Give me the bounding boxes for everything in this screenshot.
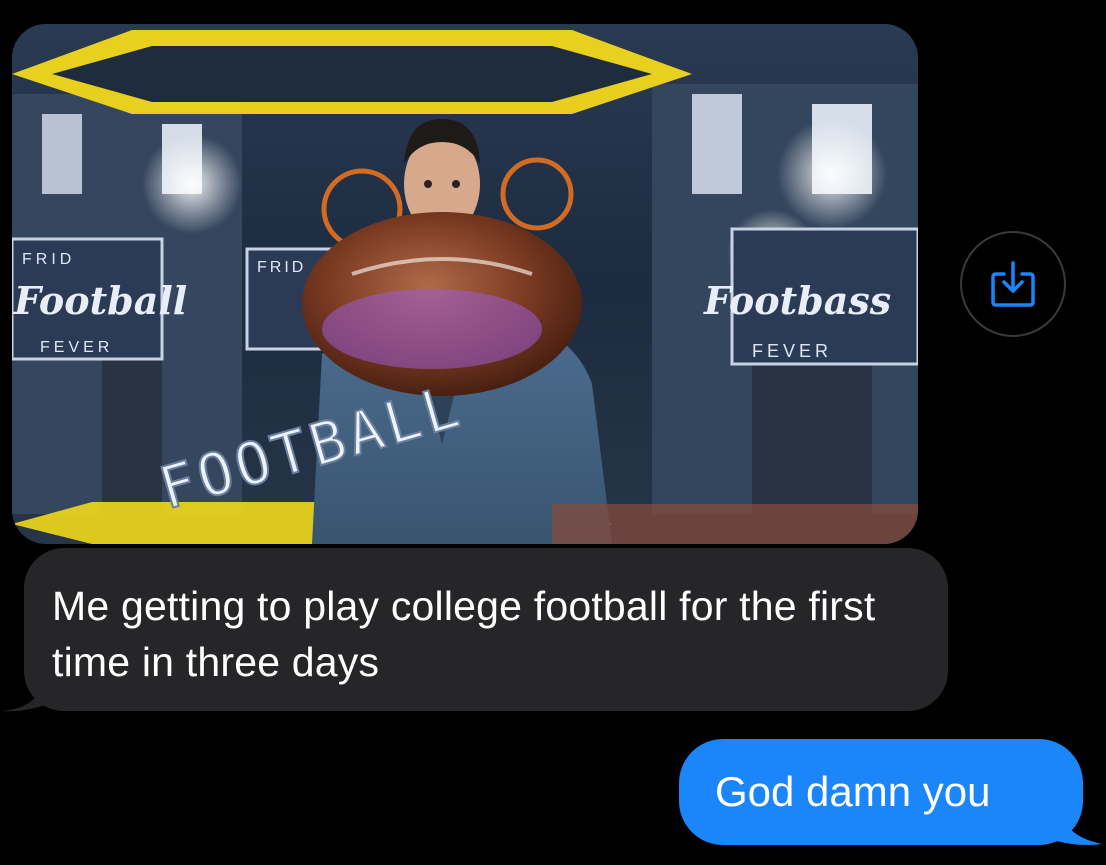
received-message-bubble[interactable]: Me getting to play college football for …: [24, 548, 948, 711]
message-thread: FRID Football FEVER FRID Footbass FEVER: [0, 0, 1106, 865]
received-message-text: Me getting to play college football for …: [52, 583, 876, 685]
sign-fever-right: FEVER: [752, 341, 832, 361]
download-icon: [991, 261, 1035, 307]
sent-message-text: God damn you: [715, 768, 991, 815]
sent-message-bubble[interactable]: God damn you: [679, 739, 1083, 845]
sign-fever-left: FEVER: [40, 339, 113, 356]
media-attachment[interactable]: FRID Football FEVER FRID Footbass FEVER: [12, 24, 918, 544]
sign-friday-center: FRID: [257, 259, 306, 276]
logo-football-left: Football: [13, 278, 187, 323]
save-media-button[interactable]: [960, 231, 1066, 337]
logo-footbass-right: Footbass: [703, 278, 891, 323]
video-still-image: FRID Football FEVER FRID Footbass FEVER: [12, 24, 918, 544]
sign-friday-left: FRID: [22, 251, 75, 268]
